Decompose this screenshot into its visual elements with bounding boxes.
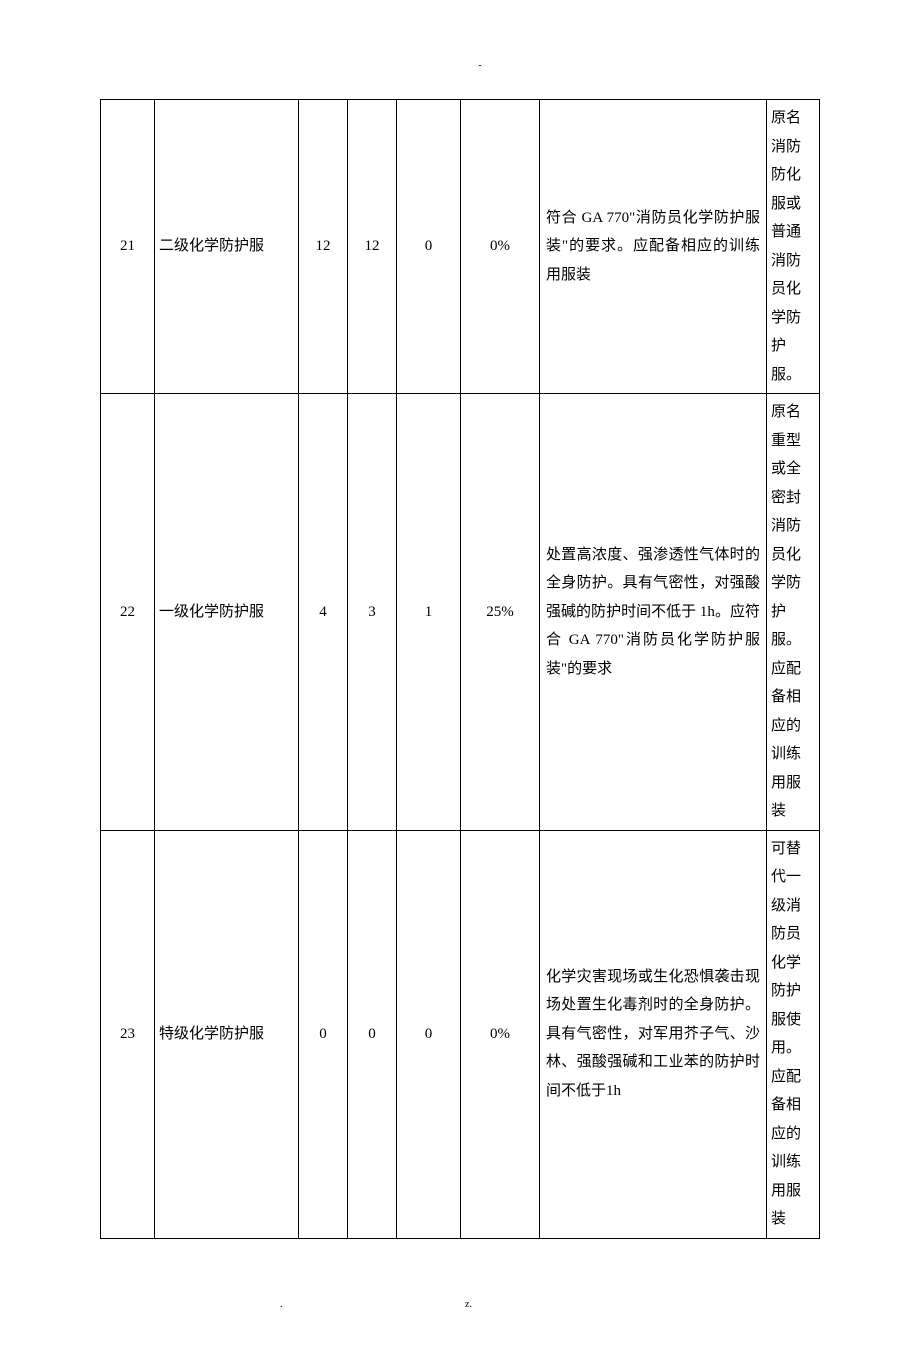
cell-num3: 0 [397,830,461,1238]
cell-num2: 12 [348,100,397,394]
cell-index: 22 [101,394,155,831]
cell-index: 23 [101,830,155,1238]
cell-name: 二级化学防护服 [155,100,299,394]
cell-note: 原名消防防化服或普通消防员化学防护服。 [767,100,820,394]
table-row: 23 特级化学防护服 0 0 0 0% 化学灾害现场或生化恐惧袭击现场处置生化毒… [101,830,820,1238]
equipment-table: 21 二级化学防护服 12 12 0 0% 符合 GA 770"消防员化学防护服… [100,99,820,1239]
table-row: 21 二级化学防护服 12 12 0 0% 符合 GA 770"消防员化学防护服… [101,100,820,394]
cell-num1: 4 [299,394,348,831]
cell-num3: 0 [397,100,461,394]
cell-num2: 0 [348,830,397,1238]
cell-note: 原名重型或全密封消防员化学防护服。应配备相应的训练用服装 [767,394,820,831]
cell-name: 特级化学防护服 [155,830,299,1238]
cell-percent: 0% [461,830,540,1238]
cell-num2: 3 [348,394,397,831]
table-row: 22 一级化学防护服 4 3 1 25% 处置高浓度、强渗透性气体时的全身防护。… [101,394,820,831]
cell-description: 符合 GA 770"消防员化学防护服装"的要求。应配备相应的训练用服装 [540,100,767,394]
footer-left-text: . [280,1299,283,1310]
cell-num3: 1 [397,394,461,831]
page-footer: . z. [100,1299,820,1310]
page-content: - 21 二级化学防护服 12 12 0 0% 符合 GA 770"消防员化学防… [0,0,920,1350]
cell-description: 处置高浓度、强渗透性气体时的全身防护。具有气密性，对强酸强碱的防护时间不低于 1… [540,394,767,831]
cell-percent: 25% [461,394,540,831]
cell-percent: 0% [461,100,540,394]
cell-index: 21 [101,100,155,394]
cell-num1: 12 [299,100,348,394]
cell-description: 化学灾害现场或生化恐惧袭击现场处置生化毒剂时的全身防护。具有气密性，对军用芥子气… [540,830,767,1238]
cell-name: 一级化学防护服 [155,394,299,831]
header-mark: - [100,60,820,71]
cell-note: 可替代一级消防员化学防护服使用。应配备相应的训练用服装 [767,830,820,1238]
cell-num1: 0 [299,830,348,1238]
footer-right-text: z. [465,1299,472,1310]
